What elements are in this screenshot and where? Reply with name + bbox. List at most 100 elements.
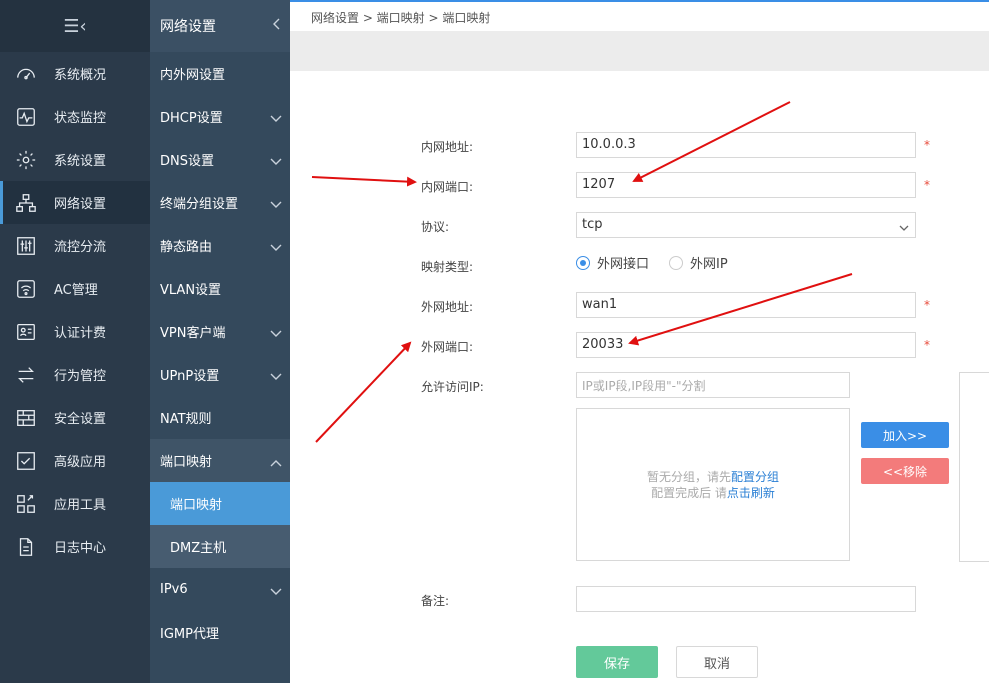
sidebar-item-label: 认证计费	[54, 326, 107, 341]
subnav-item-label: IGMP代理	[160, 627, 219, 642]
remark-label: 备注:	[421, 594, 450, 608]
wan-address-input[interactable]: wan1	[576, 292, 916, 318]
document-icon	[14, 535, 38, 559]
subnav-item-label: VLAN设置	[160, 283, 222, 298]
subnav-item-ipv6[interactable]: IPv6	[150, 568, 290, 611]
sidebar-item-label: 行为管控	[54, 369, 107, 384]
allowed-ip-input[interactable]: IP或IP段,IP段用"-"分割	[576, 372, 850, 398]
lan-port-input[interactable]: 1207	[576, 172, 916, 198]
subnav-item-label: 内外网设置	[160, 68, 226, 83]
sidebar-item-tools[interactable]: 应用工具	[0, 482, 150, 525]
protocol-select[interactable]: tcp	[576, 212, 916, 238]
wan-address-label: 外网地址:	[421, 300, 474, 314]
subnav-title: 网络设置	[160, 19, 216, 35]
checklist-icon	[14, 449, 38, 473]
sidebar-item-behavior[interactable]: 行为管控	[0, 353, 150, 396]
subnav-child-dmz[interactable]: DMZ主机	[150, 525, 290, 568]
sidebar-item-label: 应用工具	[54, 498, 107, 513]
sidebar-item-label: 网络设置	[54, 197, 107, 212]
subnav-item-port-mapping[interactable]: 端口映射	[150, 439, 290, 482]
wifi-icon	[14, 277, 38, 301]
subnav-item-label: DNS设置	[160, 154, 214, 169]
protocol-selected-value: tcp	[582, 217, 603, 232]
subnav-item-dhcp[interactable]: DHCP设置	[150, 95, 290, 138]
sidebar-item-auth[interactable]: 认证计费	[0, 310, 150, 353]
cancel-button[interactable]: 取消	[676, 646, 758, 678]
sidebar-item-label: 系统概况	[54, 68, 107, 83]
required-mark: *	[924, 298, 930, 312]
sidebar-item-label: 日志中心	[54, 541, 107, 556]
required-mark: *	[924, 338, 930, 352]
subnav-child-port-mapping[interactable]: 端口映射	[150, 482, 290, 525]
subnav-item-igmp[interactable]: IGMP代理	[150, 611, 290, 654]
lan-port-label: 内网端口:	[421, 180, 474, 194]
chevron-down-icon	[270, 241, 282, 251]
subnav-item-terminal-group[interactable]: 终端分组设置	[150, 181, 290, 224]
tools-icon	[14, 492, 38, 516]
pulse-icon	[14, 105, 38, 129]
subnav-item-dns[interactable]: DNS设置	[150, 138, 290, 181]
sidebar-item-logs[interactable]: 日志中心	[0, 525, 150, 568]
network-subnav: 网络设置 内外网设置 DHCP设置 DNS设置 终端分组设置 静态路由 VLAN…	[150, 0, 290, 683]
subnav-item-upnp[interactable]: UPnP设置	[150, 353, 290, 396]
remove-button[interactable]: <<移除	[861, 458, 949, 484]
subnav-item-static-route[interactable]: 静态路由	[150, 224, 290, 267]
remark-input[interactable]	[576, 586, 916, 612]
wan-port-input[interactable]: 20033	[576, 332, 916, 358]
add-button[interactable]: 加入>>	[861, 422, 949, 448]
subnav-item-label: 端口映射	[160, 455, 213, 470]
group-list-box[interactable]: 暂无分组，请先配置分组 配置完成后 请点击刷新	[576, 408, 850, 561]
subnav-item-label: UPnP设置	[160, 369, 220, 384]
id-card-icon	[14, 320, 38, 344]
sidebar-item-ac[interactable]: AC管理	[0, 267, 150, 310]
chevron-down-icon	[270, 155, 282, 165]
radio-circle-selected	[576, 255, 590, 270]
sidebar-item-label: 高级应用	[54, 455, 107, 470]
sidebar-item-traffic[interactable]: 流控分流	[0, 224, 150, 267]
sidebar-item-monitor[interactable]: 状态监控	[0, 95, 150, 138]
group-empty-line-1: 暂无分组，请先配置分组	[646, 469, 780, 484]
chevron-up-icon	[270, 456, 282, 466]
sidebar-item-system[interactable]: 系统设置	[0, 138, 150, 181]
lan-address-input[interactable]: 10.0.0.3	[576, 132, 916, 158]
mapping-type-label: 映射类型:	[421, 260, 474, 274]
save-button[interactable]: 保存	[576, 646, 658, 678]
chevron-left-icon[interactable]	[272, 18, 280, 34]
subnav-header[interactable]: 网络设置	[150, 0, 290, 52]
protocol-label: 协议:	[421, 220, 450, 234]
subnav-item-vlan[interactable]: VLAN设置	[150, 267, 290, 310]
refresh-link[interactable]: 点击刷新	[727, 486, 775, 500]
sidebar-item-label: 状态监控	[54, 111, 107, 126]
sidebar-item-network[interactable]: 网络设置	[0, 181, 150, 224]
chevron-down-icon	[270, 370, 282, 380]
subnav-item-label: DMZ主机	[170, 541, 227, 556]
chevron-down-icon	[270, 327, 282, 337]
sidebar-item-overview[interactable]: 系统概况	[0, 52, 150, 95]
sidebar-item-advanced[interactable]: 高级应用	[0, 439, 150, 482]
selected-list-box[interactable]	[959, 372, 989, 562]
sidebar-item-label: 流控分流	[54, 240, 107, 255]
subnav-item-lan-wan[interactable]: 内外网设置	[150, 52, 290, 95]
subnav-item-label: 静态路由	[160, 240, 213, 255]
main-sidebar: ☰‹ 系统概况 状态监控 系统设置 网络设置 流控分流 AC管理 认证计费 行为…	[0, 0, 150, 683]
radio-circle	[669, 255, 683, 270]
subnav-item-nat[interactable]: NAT规则	[150, 396, 290, 439]
lan-address-label: 内网地址:	[421, 140, 474, 154]
subnav-item-label: DHCP设置	[160, 111, 223, 126]
radio-wan-ip[interactable]: 外网IP	[669, 253, 728, 272]
required-mark: *	[924, 138, 930, 152]
chevron-down-icon	[270, 585, 282, 595]
chevron-down-icon	[270, 198, 282, 208]
network-icon	[14, 191, 38, 215]
subnav-item-label: VPN客户端	[160, 326, 226, 341]
sidebar-item-label: 系统设置	[54, 154, 107, 169]
configure-group-link[interactable]: 配置分组	[731, 470, 779, 484]
allowed-ip-label: 允许访问IP:	[421, 380, 484, 394]
radio-wan-interface[interactable]: 外网接口	[576, 253, 649, 272]
sidebar-item-security[interactable]: 安全设置	[0, 396, 150, 439]
subnav-item-vpn-client[interactable]: VPN客户端	[150, 310, 290, 353]
required-mark: *	[924, 178, 930, 192]
sidebar-item-label: 安全设置	[54, 412, 107, 427]
collapse-menu-icon[interactable]: ☰‹	[0, 0, 150, 52]
dashboard-icon	[14, 62, 38, 86]
